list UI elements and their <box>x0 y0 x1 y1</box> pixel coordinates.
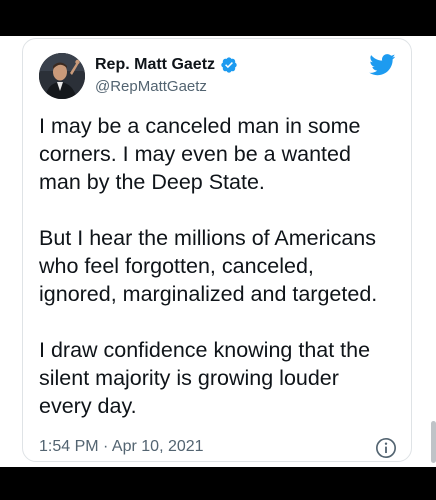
scrollbar-thumb[interactable] <box>431 421 436 463</box>
verified-badge-icon <box>220 56 238 74</box>
top-black-bar <box>0 0 436 36</box>
avatar[interactable] <box>39 53 85 99</box>
tweet-card[interactable]: Rep. Matt Gaetz @RepMattGaetz I may be a… <box>22 38 412 462</box>
avatar-photo-icon <box>39 53 85 99</box>
tweet-text: I may be a canceled man in some corners.… <box>39 112 401 420</box>
name-row: Rep. Matt Gaetz <box>95 56 238 74</box>
user-handle[interactable]: @RepMattGaetz <box>95 78 207 95</box>
display-name[interactable]: Rep. Matt Gaetz <box>95 56 215 74</box>
twitter-bird-icon[interactable] <box>369 54 396 76</box>
tweet-paragraph-1: I may be a canceled man in some corners.… <box>39 114 361 194</box>
tweet-timestamp[interactable]: 1:54 PM · Apr 10, 2021 <box>39 438 204 456</box>
tweet-paragraph-3: I draw confidence knowing that the silen… <box>39 338 371 418</box>
tweet-paragraph-2: But I hear the millions of Americans who… <box>39 226 378 306</box>
bottom-black-bar <box>0 467 436 500</box>
screen: Rep. Matt Gaetz @RepMattGaetz I may be a… <box>0 36 436 467</box>
info-icon[interactable] <box>375 437 397 459</box>
